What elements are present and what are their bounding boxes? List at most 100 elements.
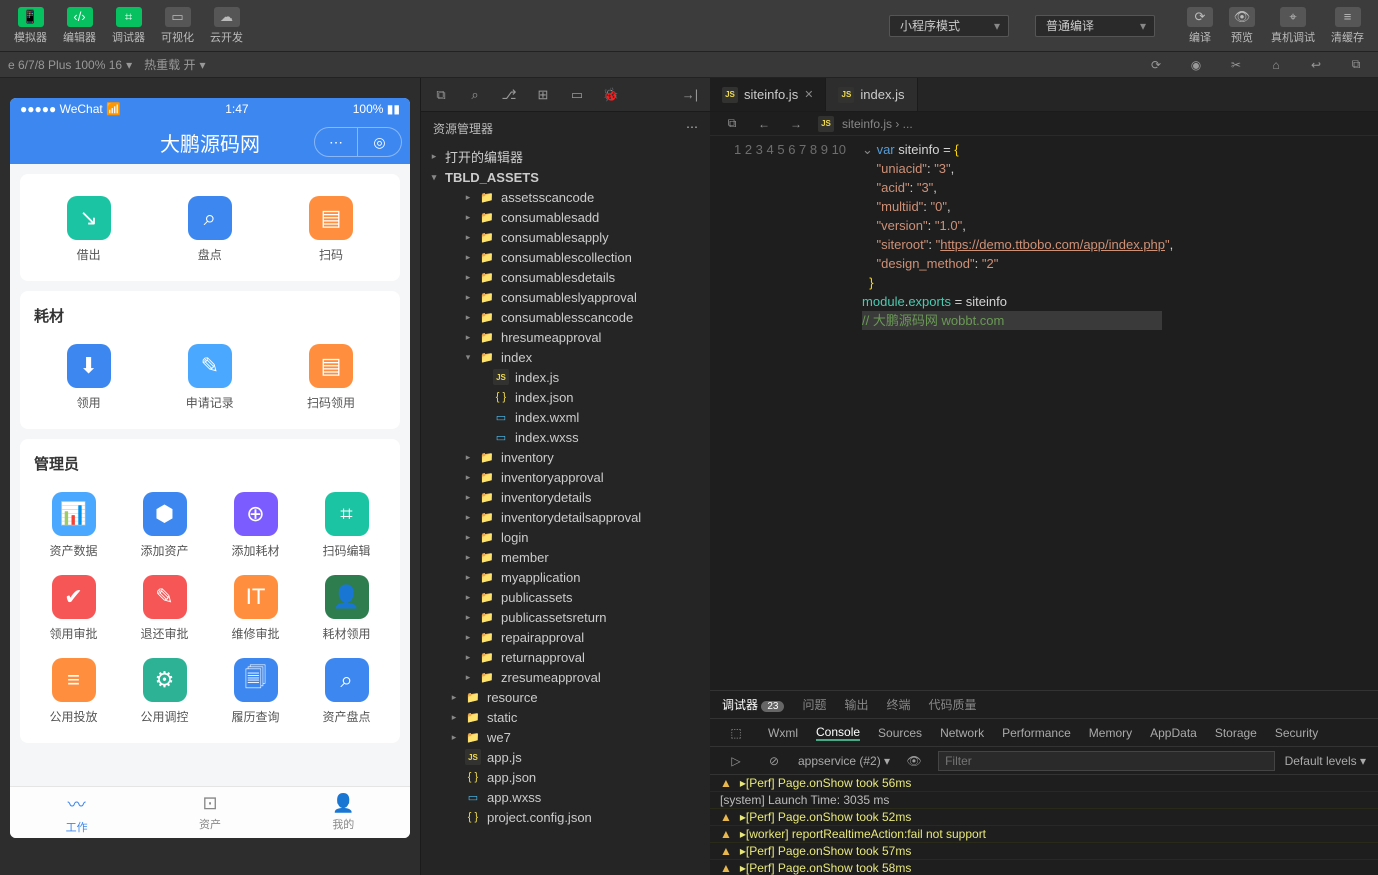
device-select[interactable]: e 6/7/8 Plus 100% 16 ▾	[8, 58, 132, 72]
devtool-tab-AppData[interactable]: AppData	[1150, 726, 1197, 740]
dbg-tab-问题[interactable]: 问题	[802, 696, 826, 713]
menu-item-扫码[interactable]: ▤扫码	[270, 188, 391, 271]
dbg-tab-输出[interactable]: 输出	[844, 696, 868, 713]
split-icon[interactable]: ⧉	[718, 110, 746, 138]
tree-item-consumablesapply[interactable]: ▸📁consumablesapply	[421, 227, 710, 247]
tree-item-member[interactable]: ▸📁member	[421, 547, 710, 567]
devtool-tab-Memory[interactable]: Memory	[1089, 726, 1132, 740]
devtool-tab-Network[interactable]: Network	[940, 726, 984, 740]
bug-icon[interactable]: 🐞	[597, 81, 625, 109]
toolbar-btn-清缓存[interactable]: ≡清缓存	[1325, 3, 1370, 49]
back-icon[interactable]: ↩	[1302, 51, 1330, 79]
menu-item-履历查询[interactable]: 🗐履历查询	[210, 650, 301, 733]
capsule-menu[interactable]: ⋯	[314, 127, 358, 157]
tree-item-inventorydetails[interactable]: ▸📁inventorydetails	[421, 487, 710, 507]
tree-item-index[interactable]: ▾📁index	[421, 347, 710, 367]
record-icon[interactable]: ◉	[1182, 51, 1210, 79]
tree-item-index.json[interactable]: { }index.json	[421, 387, 710, 407]
copy-icon[interactable]: ⧉	[427, 81, 455, 109]
toolbar-btn-编译[interactable]: ⟳编译	[1181, 3, 1219, 49]
search-icon[interactable]: ⌕	[461, 81, 489, 109]
devtool-tab-Sources[interactable]: Sources	[878, 726, 922, 740]
eye-icon[interactable]: 👁	[900, 747, 928, 775]
tree-item-app.wxss[interactable]: ▭app.wxss	[421, 787, 710, 807]
tabbar-资产[interactable]: ⊡资产	[143, 787, 276, 838]
tree-item-consumablesscancode[interactable]: ▸📁consumablesscancode	[421, 307, 710, 327]
toolbar-btn-真机调试[interactable]: ⌖真机调试	[1265, 3, 1321, 49]
menu-item-资产盘点[interactable]: ⌕资产盘点	[301, 650, 392, 733]
tabbar-工作[interactable]: 〰工作	[10, 787, 143, 838]
menu-item-领用[interactable]: ⬇领用	[28, 336, 149, 419]
menu-item-扫码编辑[interactable]: ⌗扫码编辑	[301, 484, 392, 567]
menu-item-维修审批[interactable]: IT维修审批	[210, 567, 301, 650]
tabbar-我的[interactable]: 👤我的	[277, 787, 410, 838]
menu-item-公用调控[interactable]: ⚙公用调控	[119, 650, 210, 733]
toolbar-btn-模拟器[interactable]: 📱模拟器	[8, 3, 53, 49]
tree-item-inventory[interactable]: ▸📁inventory	[421, 447, 710, 467]
tree-item-static[interactable]: ▸📁static	[421, 707, 710, 727]
tree-item-hresumeapproval[interactable]: ▸📁hresumeapproval	[421, 327, 710, 347]
tree-item-assetsscancode[interactable]: ▸📁assetsscancode	[421, 187, 710, 207]
breadcrumb-path[interactable]: siteinfo.js › ...	[842, 117, 913, 131]
tree-item-consumableslyapproval[interactable]: ▸📁consumableslyapproval	[421, 287, 710, 307]
devtool-tab-Console[interactable]: Console	[816, 725, 860, 741]
menu-item-盘点[interactable]: ⌕盘点	[149, 188, 270, 271]
more-icon[interactable]: ⋯	[686, 120, 698, 137]
context-select[interactable]: appservice (#2) ▾	[798, 754, 890, 768]
menu-item-借出[interactable]: ↘借出	[28, 188, 149, 271]
menu-item-公用投放[interactable]: ≡公用投放	[28, 650, 119, 733]
toolbar-btn-可视化[interactable]: ▭可视化	[155, 3, 200, 49]
tree-item-login[interactable]: ▸📁login	[421, 527, 710, 547]
nav-fwd-icon[interactable]: →	[782, 110, 810, 138]
dbg-tab-代码质量[interactable]: 代码质量	[929, 696, 977, 713]
devtool-tab-Wxml[interactable]: Wxml	[768, 726, 798, 740]
tree-item-publicassetsreturn[interactable]: ▸📁publicassetsreturn	[421, 607, 710, 627]
nav-back-icon[interactable]: ←	[750, 110, 778, 138]
tree-item-we7[interactable]: ▸📁we7	[421, 727, 710, 747]
devtool-tab-Performance[interactable]: Performance	[1002, 726, 1071, 740]
capsule-close[interactable]: ◎	[358, 127, 402, 157]
inspect-icon[interactable]: ⬚	[722, 719, 750, 747]
collapse-icon[interactable]: →|	[676, 81, 704, 109]
menu-item-扫码领用[interactable]: ▤扫码领用	[270, 336, 391, 419]
menu-item-耗材领用[interactable]: 👤耗材领用	[301, 567, 392, 650]
dbg-tab-调试器[interactable]: 调试器 23	[722, 696, 784, 713]
tree-item-publicassets[interactable]: ▸📁publicassets	[421, 587, 710, 607]
tree-item-index.wxss[interactable]: ▭index.wxss	[421, 427, 710, 447]
tree-item-consumablesadd[interactable]: ▸📁consumablesadd	[421, 207, 710, 227]
tree-item-myapplication[interactable]: ▸📁myapplication	[421, 567, 710, 587]
tree-item-resource[interactable]: ▸📁resource	[421, 687, 710, 707]
code-area[interactable]: 1 2 3 4 5 6 7 8 9 10 ⌄ var siteinfo = { …	[710, 136, 1378, 690]
branch-icon[interactable]: ⎇	[495, 81, 523, 109]
tree-item-consumablescollection[interactable]: ▸📁consumablescollection	[421, 247, 710, 267]
toolbar-btn-预览[interactable]: 👁预览	[1223, 3, 1261, 49]
ext-icon[interactable]: ⊞	[529, 81, 557, 109]
menu-item-添加资产[interactable]: ⬢添加资产	[119, 484, 210, 567]
hotreload-toggle[interactable]: 热重载 开 ▾	[144, 56, 205, 73]
tree-item-returnapproval[interactable]: ▸📁returnapproval	[421, 647, 710, 667]
toolbar-btn-调试器[interactable]: ⌗调试器	[106, 3, 151, 49]
tree-item-consumablesdetails[interactable]: ▸📁consumablesdetails	[421, 267, 710, 287]
home-icon[interactable]: ⌂	[1262, 51, 1290, 79]
menu-item-资产数据[interactable]: 📊资产数据	[28, 484, 119, 567]
mode-select[interactable]: 小程序模式	[889, 15, 1009, 37]
close-icon[interactable]: ✕	[804, 88, 813, 101]
editor-tab-siteinfo.js[interactable]: JSsiteinfo.js✕	[710, 78, 826, 111]
toolbar-btn-编辑器[interactable]: ‹/›编辑器	[57, 3, 102, 49]
tree-item-project.config.json[interactable]: { }project.config.json	[421, 807, 710, 827]
tree-item-app.js[interactable]: JSapp.js	[421, 747, 710, 767]
dbg-tab-终端[interactable]: 终端	[887, 696, 911, 713]
filter-input[interactable]	[938, 751, 1275, 771]
window-icon[interactable]: ⧉	[1342, 51, 1370, 79]
levels-select[interactable]: Default levels ▾	[1285, 754, 1366, 768]
editor-tab-index.js[interactable]: JSindex.js	[826, 78, 917, 111]
menu-item-退还审批[interactable]: ✎退还审批	[119, 567, 210, 650]
devtool-tab-Storage[interactable]: Storage	[1215, 726, 1257, 740]
cut-icon[interactable]: ✂	[1222, 51, 1250, 79]
tree-item-index.js[interactable]: JSindex.js	[421, 367, 710, 387]
devtool-tab-Security[interactable]: Security	[1275, 726, 1318, 740]
tree-item-app.json[interactable]: { }app.json	[421, 767, 710, 787]
rotate-icon[interactable]: ⟳	[1142, 51, 1170, 79]
tree-item-zresumeapproval[interactable]: ▸📁zresumeapproval	[421, 667, 710, 687]
root-folder[interactable]: ▾TBLD_ASSETS	[421, 168, 710, 187]
